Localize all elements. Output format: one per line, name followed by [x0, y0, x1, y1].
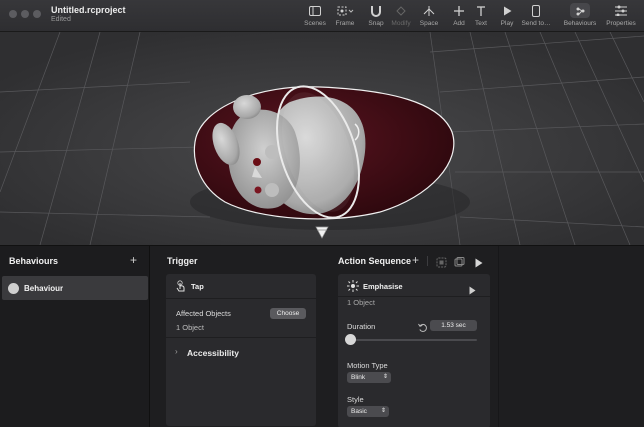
- duration-slider-thumb[interactable]: [345, 334, 357, 345]
- text-button[interactable]: Text: [471, 3, 491, 30]
- trigger-card: Tap Affected Objects Choose 1 Object › A…: [166, 274, 316, 426]
- style-value: Basic: [351, 408, 367, 415]
- play-action-icon[interactable]: [469, 282, 476, 300]
- frame-button[interactable]: Frame: [333, 3, 357, 30]
- chevron-updown-icon: ⇕: [382, 374, 388, 380]
- add-button[interactable]: Add: [449, 3, 469, 30]
- behaviour-status-icon: [8, 283, 19, 294]
- behaviours-icon: [570, 3, 590, 18]
- divider: [427, 256, 428, 266]
- affected-objects-value: 1 Object: [176, 323, 204, 332]
- play-sequence-icon[interactable]: [475, 255, 483, 273]
- zoom-window-button[interactable]: [33, 10, 41, 18]
- action-type-label[interactable]: Emphasise: [363, 282, 403, 291]
- duration-field[interactable]: 1.53 sec: [430, 320, 477, 331]
- motion-type-label: Motion Type: [347, 361, 388, 370]
- divider: [498, 246, 499, 427]
- space-button[interactable]: Space: [418, 3, 440, 30]
- properties-button[interactable]: Properties: [603, 3, 639, 30]
- plus-icon: [454, 3, 464, 18]
- behaviour-label: Behaviour: [24, 284, 64, 293]
- group-actions-icon[interactable]: [436, 255, 447, 273]
- frame-icon: [336, 3, 354, 18]
- chevron-updown-icon: ⇕: [380, 408, 386, 414]
- divider: [338, 296, 490, 297]
- toolbar: Untitled.rcproject Edited Scenes Frame S…: [0, 0, 644, 32]
- close-window-button[interactable]: [9, 10, 17, 18]
- viewport-canvas[interactable]: [0, 32, 644, 245]
- space-icon: [423, 3, 435, 18]
- behaviours-editor: Behaviours + Behaviour Trigger Tap Affec…: [0, 245, 644, 427]
- action-sequence-title: Action Sequence: [338, 256, 412, 266]
- motion-type-select[interactable]: Blink ⇕: [347, 372, 391, 383]
- add-behaviour-button[interactable]: +: [130, 253, 137, 267]
- snap-button[interactable]: Snap: [366, 3, 386, 30]
- add-action-button[interactable]: +: [412, 253, 419, 267]
- trigger-type-label[interactable]: Tap: [191, 282, 204, 291]
- text-icon: [476, 3, 486, 18]
- tap-gesture-icon: [175, 279, 187, 297]
- trigger-title: Trigger: [167, 256, 198, 266]
- properties-icon: [615, 3, 627, 18]
- modify-button[interactable]: Modify: [390, 3, 412, 30]
- behaviours-list-panel: Behaviours + Behaviour: [0, 246, 150, 427]
- reset-duration-icon[interactable]: [418, 320, 428, 338]
- scenes-button[interactable]: Scenes: [303, 3, 327, 30]
- send-to-device-icon: [532, 3, 540, 18]
- modify-icon: [396, 3, 406, 18]
- behaviours-button[interactable]: Behaviours: [562, 3, 598, 30]
- action-card: Emphasise 1 Object Duration 1.53 sec Mot…: [338, 274, 490, 427]
- divider: [166, 337, 316, 338]
- behaviour-list-item[interactable]: Behaviour: [2, 276, 148, 300]
- style-select[interactable]: Basic ⇕: [347, 406, 389, 417]
- divider: [166, 298, 316, 299]
- accessibility-section[interactable]: Accessibility: [187, 348, 239, 358]
- magnet-icon: [370, 3, 382, 18]
- duration-label: Duration: [347, 322, 376, 331]
- emphasise-icon: [347, 279, 359, 297]
- duration-slider[interactable]: [347, 339, 477, 341]
- play-icon: [503, 3, 512, 18]
- send-to-button[interactable]: Send to…: [520, 3, 552, 30]
- scene-viewport[interactable]: [0, 32, 644, 245]
- choose-button[interactable]: Choose: [270, 308, 306, 319]
- sidebar-icon: [309, 3, 321, 18]
- minimize-window-button[interactable]: [21, 10, 29, 18]
- affected-objects-label: Affected Objects: [176, 309, 231, 318]
- action-affected-value: 1 Object: [347, 298, 375, 307]
- motion-type-value: Blink: [351, 374, 366, 381]
- chevron-right-icon[interactable]: ›: [175, 347, 178, 356]
- window-title: Untitled.rcproject: [51, 5, 126, 15]
- play-button[interactable]: Play: [497, 3, 517, 30]
- parallel-actions-icon[interactable]: [454, 255, 465, 273]
- window-status: Edited: [51, 16, 71, 23]
- style-label: Style: [347, 395, 364, 404]
- behaviours-title: Behaviours: [9, 256, 59, 266]
